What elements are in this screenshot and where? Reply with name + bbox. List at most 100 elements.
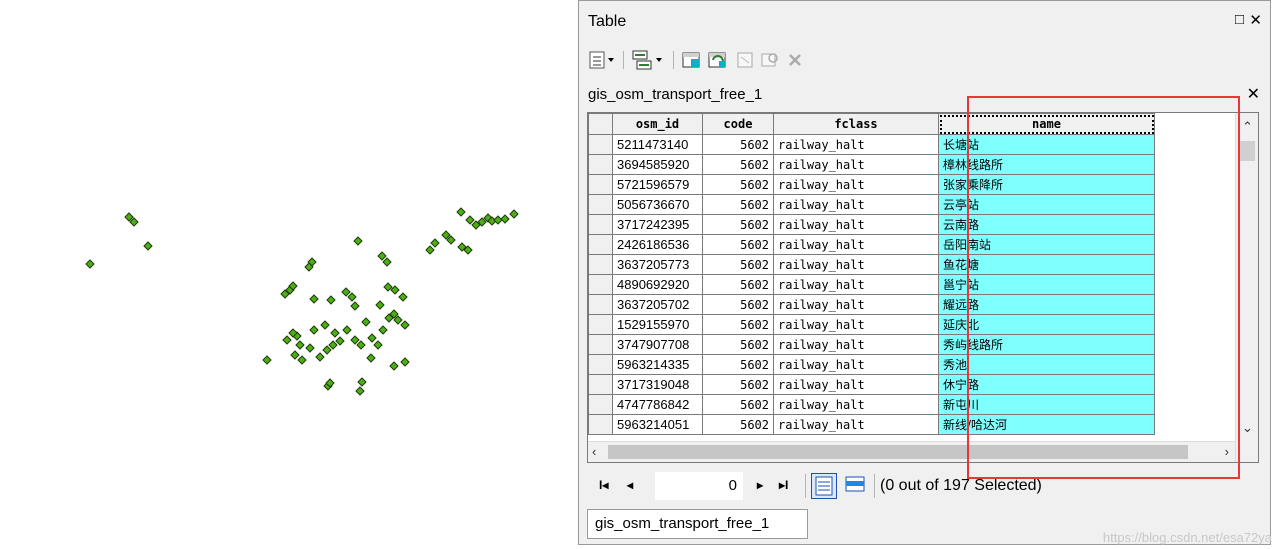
table-options-icon[interactable] [589,49,617,71]
table-row[interactable]: 4747786842 5602 railway_halt 新屯川 [588,394,1155,415]
point-feature[interactable] [342,325,352,335]
table-row[interactable]: 3717319048 5602 railway_halt 休宁路 [588,374,1155,395]
point-feature[interactable] [330,328,340,338]
row-selector[interactable] [588,254,613,275]
row-selector[interactable] [588,234,613,255]
cell-osm-id[interactable]: 4890692920 [612,274,703,295]
cell-code[interactable]: 5602 [702,394,774,415]
cell-code[interactable]: 5602 [702,154,774,175]
point-feature[interactable] [347,292,357,302]
cell-fclass[interactable]: railway_halt [773,294,939,315]
cell-code[interactable]: 5602 [702,414,774,435]
point-feature[interactable] [373,340,383,350]
cell-osm-id[interactable]: 3747907708 [612,334,703,355]
cell-fclass[interactable]: railway_halt [773,234,939,255]
show-selected-records-icon[interactable] [843,473,869,499]
point-feature[interactable] [509,209,519,219]
next-record-icon[interactable]: ▸ [757,478,763,492]
cell-name[interactable]: 鱼花塘 [938,254,1155,275]
cell-code[interactable]: 5602 [702,354,774,375]
cell-fclass[interactable]: railway_halt [773,134,939,155]
point-feature[interactable] [335,336,345,346]
point-feature[interactable] [493,215,503,225]
point-feature[interactable] [377,251,387,261]
cell-osm-id[interactable]: 5963214335 [612,354,703,375]
row-selector[interactable] [588,314,613,335]
point-feature[interactable] [378,325,388,335]
cell-name[interactable]: 耀远路 [938,294,1155,315]
cell-osm-id[interactable]: 2426186536 [612,234,703,255]
row-selector-header[interactable] [588,113,613,135]
point-feature[interactable] [375,300,385,310]
table-row[interactable]: 3747907708 5602 railway_halt 秀屿线路所 [588,334,1155,355]
cell-osm-id[interactable]: 3717242395 [612,214,703,235]
window-titlebar[interactable]: Table □ ✕ [579,1,1270,41]
cell-osm-id[interactable]: 4747786842 [612,394,703,415]
cell-osm-id[interactable]: 5211473140 [612,134,703,155]
cell-osm-id[interactable]: 3694585920 [612,154,703,175]
attribute-table-window[interactable]: Table □ ✕ gis_osm_transport_free_1 ✕ osm… [578,0,1271,545]
current-record-field[interactable]: 0 [655,472,743,500]
cell-fclass[interactable]: railway_halt [773,174,939,195]
vertical-scrollbar[interactable]: ⌃ ⌄ [1235,113,1258,462]
point-feature[interactable] [350,335,360,345]
row-selector[interactable] [588,274,613,295]
table-row[interactable]: 5211473140 5602 railway_halt 长塘站 [588,134,1155,155]
table-row[interactable]: 5056736670 5602 railway_halt 云亭站 [588,194,1155,215]
cell-fclass[interactable]: railway_halt [773,194,939,215]
cell-code[interactable]: 5602 [702,174,774,195]
cell-fclass[interactable]: railway_halt [773,334,939,355]
cell-fclass[interactable]: railway_halt [773,274,939,295]
table-row[interactable]: 3637205773 5602 railway_halt 鱼花塘 [588,254,1155,275]
point-feature[interactable] [361,317,371,327]
cell-fclass[interactable]: railway_halt [773,394,939,415]
point-feature[interactable] [328,340,338,350]
point-feature[interactable] [400,357,410,367]
cell-osm-id[interactable]: 3717319048 [612,374,703,395]
delete-selected-icon[interactable] [785,49,805,71]
table-row[interactable]: 3717242395 5602 railway_halt 云南路 [588,214,1155,235]
point-feature[interactable] [353,236,363,246]
cell-osm-id[interactable]: 5056736670 [612,194,703,215]
cell-fclass[interactable]: railway_halt [773,414,939,435]
point-feature[interactable] [322,345,332,355]
table-row[interactable]: 3694585920 5602 railway_halt 樟林线路所 [588,154,1155,175]
point-feature[interactable] [357,377,367,387]
row-selector[interactable] [588,174,613,195]
point-feature[interactable] [290,350,300,360]
row-selector[interactable] [588,214,613,235]
cell-name[interactable]: 张家乘降所 [938,174,1155,195]
cell-name[interactable]: 秀屿线路所 [938,334,1155,355]
restore-icon[interactable]: □ [1235,11,1244,28]
cell-code[interactable]: 5602 [702,374,774,395]
cell-code[interactable]: 5602 [702,334,774,355]
cell-fclass[interactable]: railway_halt [773,314,939,335]
point-feature[interactable] [465,215,475,225]
row-selector[interactable] [588,154,613,175]
row-selector[interactable] [588,414,613,435]
previous-record-icon[interactable]: ◂ [627,478,633,492]
point-feature[interactable] [143,241,153,251]
point-feature[interactable] [315,352,325,362]
point-feature[interactable] [425,245,435,255]
map-view[interactable] [0,0,578,549]
scroll-left-icon[interactable]: ‹ [592,444,596,459]
bottom-layer-tab[interactable]: gis_osm_transport_free_1 [587,509,808,539]
attribute-grid[interactable]: osm_id code fclass name 5211473140 5602 ra… [587,112,1259,463]
point-feature[interactable] [309,325,319,335]
select-by-attributes-icon[interactable] [681,49,703,71]
vertical-scroll-thumb[interactable] [1239,141,1255,161]
point-feature[interactable] [456,207,466,217]
table-row[interactable]: 5721596579 5602 railway_halt 张家乘降所 [588,174,1155,195]
point-feature[interactable] [356,340,366,350]
cell-osm-id[interactable]: 1529155970 [612,314,703,335]
cell-fclass[interactable]: railway_halt [773,154,939,175]
point-feature[interactable] [350,301,360,311]
horizontal-scrollbar[interactable]: ‹ › [588,441,1235,462]
point-feature[interactable] [305,343,315,353]
table-row[interactable]: 3637205702 5602 railway_halt 耀远路 [588,294,1155,315]
cell-name[interactable]: 延庆北 [938,314,1155,335]
first-record-icon[interactable]: I◂ [599,478,608,492]
cell-fclass[interactable]: railway_halt [773,214,939,235]
horizontal-scroll-thumb[interactable] [608,445,1188,459]
